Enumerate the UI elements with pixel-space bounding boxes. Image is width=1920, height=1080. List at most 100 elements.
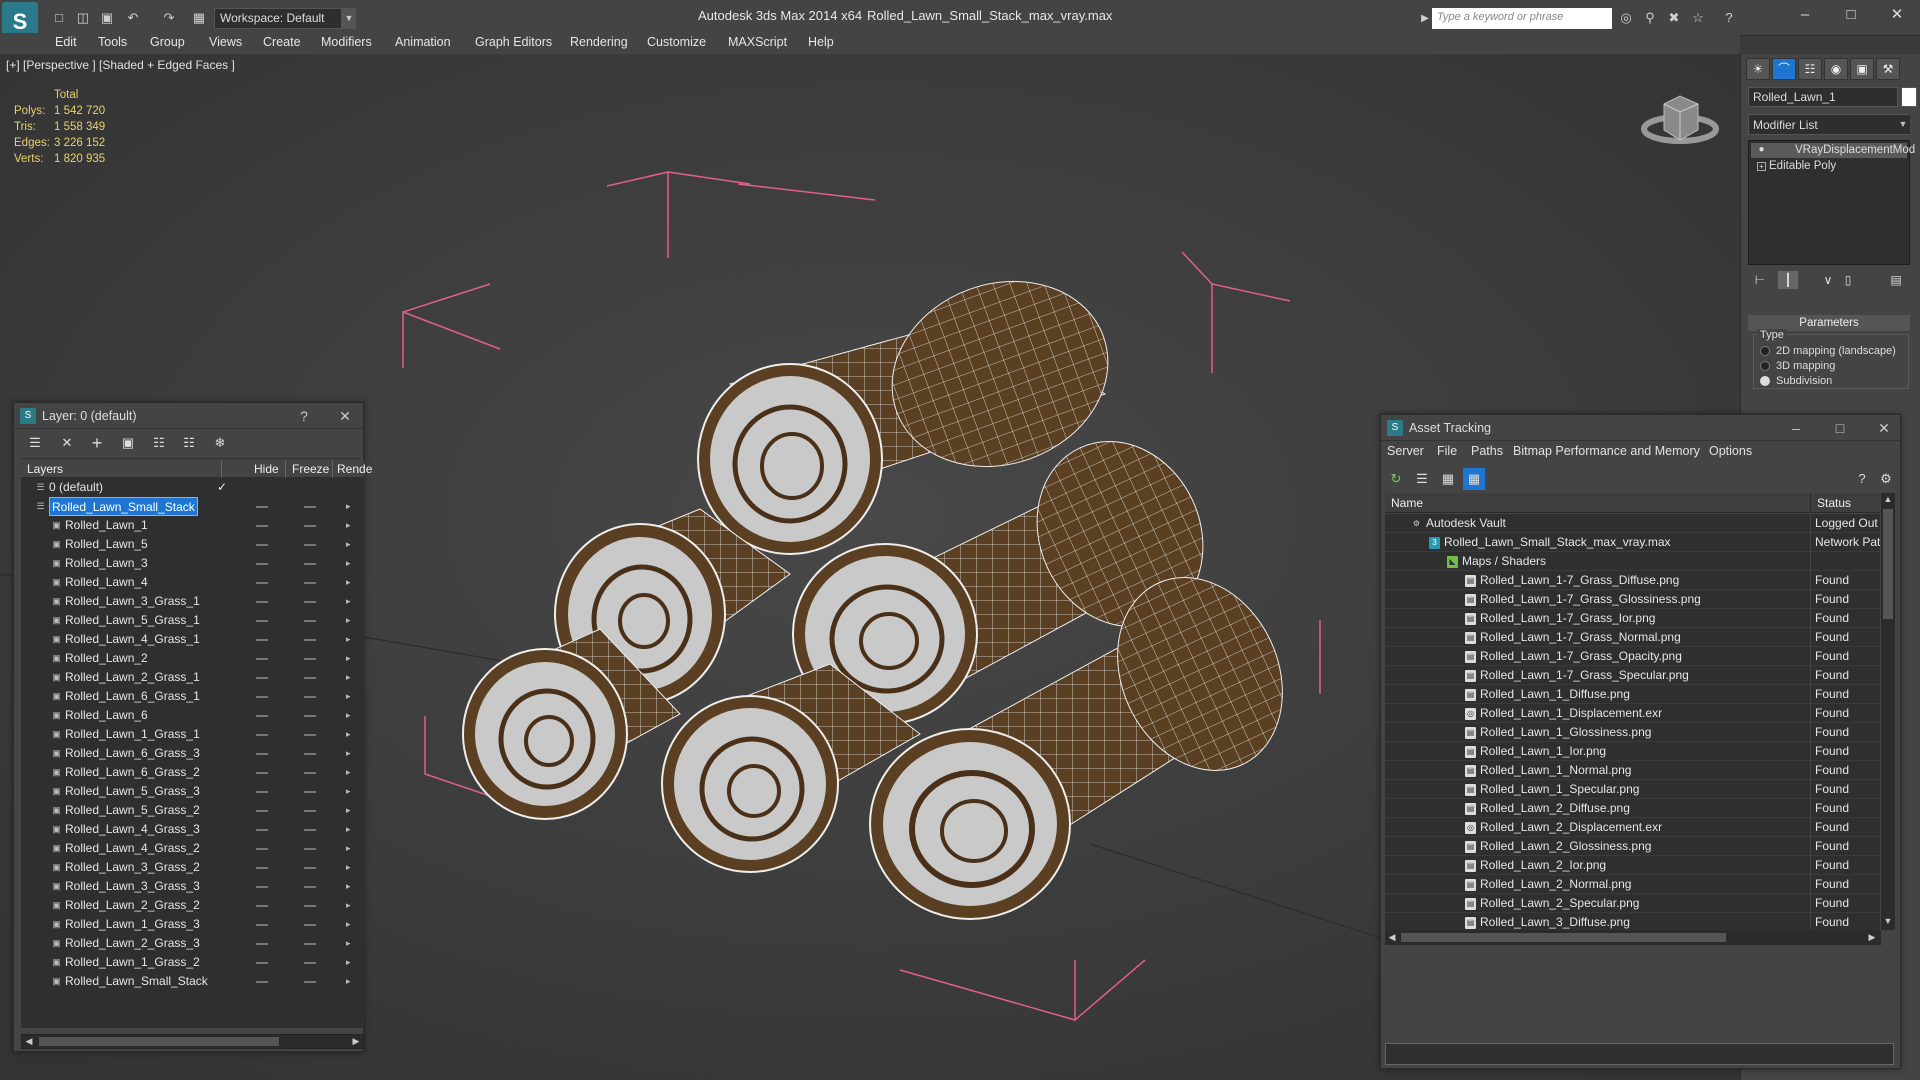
menu-bitmap-performance[interactable]: Bitmap Performance and Memory — [1513, 444, 1700, 458]
layer-name[interactable]: Rolled_Lawn_6_Grass_3 — [65, 744, 200, 763]
asset-row[interactable]: ▤ Rolled_Lawn_1-7_Grass_Ior.png Found — [1385, 609, 1880, 628]
layer-name[interactable]: Rolled_Lawn_2 — [65, 649, 148, 668]
close-icon[interactable]: ✕ — [1882, 4, 1912, 26]
layer-name[interactable]: Rolled_Lawn_6 — [65, 706, 148, 725]
minimize-icon[interactable]: – — [1790, 4, 1820, 26]
layer-name[interactable]: Rolled_Lawn_5_Grass_2 — [65, 801, 200, 820]
asset-row[interactable]: ▤ Rolled_Lawn_1-7_Grass_Glossiness.png Fou… — [1385, 590, 1880, 609]
open-file-icon[interactable]: ◫ — [74, 9, 92, 27]
renderable-teapot-icon[interactable]: ▸ — [346, 882, 356, 891]
display-tab-icon[interactable]: ▣ — [1850, 58, 1874, 80]
layer-row[interactable]: ▣ Rolled_Lawn_5 ▸ — [21, 535, 350, 554]
asset-row[interactable]: ▤ Rolled_Lawn_2_Ior.png Found — [1385, 856, 1880, 875]
radio-2d-mapping[interactable]: 2D mapping (landscape) — [1760, 344, 1910, 358]
hide-toggle[interactable] — [256, 810, 268, 812]
renderable-teapot-icon[interactable]: ▸ — [346, 863, 356, 872]
hide-all-layers-icon[interactable]: ☷ — [178, 432, 200, 454]
menu-customize[interactable]: Customize — [647, 35, 706, 49]
hide-toggle[interactable] — [256, 772, 268, 774]
layer-row[interactable]: ▣ Rolled_Lawn_3_Grass_1 ▸ — [21, 592, 350, 611]
col-status[interactable]: Status — [1817, 496, 1851, 510]
asset-row[interactable]: ▤ Rolled_Lawn_1_Specular.png Found — [1385, 780, 1880, 799]
create-layer-icon[interactable]: ☰ — [24, 432, 46, 454]
menu-options[interactable]: Options — [1709, 444, 1752, 458]
freeze-toggle[interactable] — [304, 829, 316, 831]
layer-name[interactable]: Rolled_Lawn_1_Grass_2 — [65, 953, 200, 972]
menu-tools[interactable]: Tools — [98, 35, 127, 49]
make-unique-icon[interactable]: ∨ — [1818, 271, 1838, 289]
layer-row[interactable]: ▣ Rolled_Lawn_6_Grass_1 ▸ — [21, 687, 350, 706]
hide-toggle[interactable] — [256, 506, 268, 508]
maximize-icon[interactable]: □ — [1836, 4, 1866, 26]
add-to-layer-icon[interactable]: + — [86, 432, 108, 454]
renderable-teapot-icon[interactable]: ▸ — [346, 901, 356, 910]
radio-button[interactable] — [1760, 346, 1770, 356]
layer-row[interactable]: ▣ Rolled_Lawn_3_Grass_3 ▸ — [21, 877, 350, 896]
layer-row[interactable]: ▣ Rolled_Lawn_1_Grass_1 ▸ — [21, 725, 350, 744]
freeze-toggle[interactable] — [304, 772, 316, 774]
workspace-select[interactable]: Workspace: Default — [214, 8, 342, 29]
asset-row[interactable]: ◎ Rolled_Lawn_1_Displacement.exr Found — [1385, 704, 1880, 723]
pin-stack-icon[interactable]: ⊢ — [1750, 271, 1770, 289]
layer-row[interactable]: ☰ Rolled_Lawn_Small_Stack ▸ — [21, 497, 351, 516]
renderable-teapot-icon[interactable]: ▸ — [346, 654, 356, 663]
renderable-teapot-icon[interactable]: ▸ — [346, 958, 356, 967]
freeze-toggle[interactable] — [304, 810, 316, 812]
active-layer-check-icon[interactable]: ✓ — [217, 480, 227, 494]
layer-name[interactable]: Rolled_Lawn_4_Grass_2 — [65, 839, 200, 858]
renderable-teapot-icon[interactable]: ▸ — [346, 806, 356, 815]
menu-graph-editors[interactable]: Graph Editors — [475, 35, 552, 49]
freeze-toggle[interactable] — [304, 677, 316, 679]
redo-icon[interactable]: ↷ — [160, 9, 178, 27]
radio-button[interactable] — [1760, 361, 1770, 371]
layer-row[interactable]: ▣ Rolled_Lawn_6_Grass_2 ▸ — [21, 763, 350, 782]
layer-name[interactable]: Rolled_Lawn_6_Grass_2 — [65, 763, 200, 782]
asset-row[interactable]: ▤ Rolled_Lawn_1_Normal.png Found — [1385, 761, 1880, 780]
configure-sets-icon[interactable]: ▤ — [1886, 271, 1906, 289]
asset-row[interactable]: ⚙ Autodesk Vault Logged Out — [1385, 514, 1880, 533]
layer-row[interactable]: ▣ Rolled_Lawn_3 ▸ — [21, 554, 350, 573]
new-file-icon[interactable]: □ — [50, 9, 68, 27]
expand-plus-icon[interactable]: + — [1757, 162, 1766, 171]
key-icon[interactable]: ⚲ — [1641, 9, 1659, 27]
project-folder-icon[interactable]: ▦ — [190, 9, 208, 27]
layer-name[interactable]: Rolled_Lawn_1_Grass_1 — [65, 725, 200, 744]
communication-icon[interactable]: ✖ — [1665, 9, 1683, 27]
col-layers[interactable]: Layers — [27, 462, 63, 476]
hide-toggle[interactable] — [256, 943, 268, 945]
freeze-toggle[interactable] — [304, 525, 316, 527]
renderable-teapot-icon[interactable]: ▸ — [346, 521, 356, 530]
renderable-teapot-icon[interactable]: ▸ — [346, 578, 356, 587]
show-end-result-icon[interactable]: ┃ — [1778, 271, 1798, 289]
scrollbar-thumb[interactable] — [1401, 933, 1726, 942]
menu-modifiers[interactable]: Modifiers — [321, 35, 372, 49]
layer-name[interactable]: Rolled_Lawn_3_Grass_1 — [65, 592, 200, 611]
renderable-teapot-icon[interactable]: ▸ — [346, 787, 356, 796]
binoculars-icon[interactable]: ◎ — [1617, 9, 1635, 27]
layer-name[interactable]: 0 (default) — [49, 478, 103, 497]
renderable-teapot-icon[interactable]: ▸ — [346, 692, 356, 701]
renderable-teapot-icon[interactable]: ▸ — [346, 825, 356, 834]
menu-create[interactable]: Create — [263, 35, 301, 49]
close-icon[interactable]: ✕ — [1873, 418, 1895, 438]
object-name-field[interactable]: Rolled_Lawn_1 — [1748, 87, 1898, 107]
hide-toggle[interactable] — [256, 753, 268, 755]
layer-name[interactable]: Rolled_Lawn_3 — [65, 554, 148, 573]
asset-row[interactable]: ▤ Rolled_Lawn_1-7_Grass_Opacity.png Found — [1385, 647, 1880, 666]
layer-name[interactable]: Rolled_Lawn_2_Grass_3 — [65, 934, 200, 953]
horizontal-scrollbar[interactable]: ◀ ▶ — [1385, 930, 1881, 945]
maximize-icon[interactable]: □ — [1829, 418, 1851, 438]
freeze-toggle[interactable] — [304, 848, 316, 850]
freeze-toggle[interactable] — [304, 905, 316, 907]
layer-row[interactable]: ▣ Rolled_Lawn_5_Grass_3 ▸ — [21, 782, 350, 801]
layer-list[interactable]: ☰ 0 (default) ✓ ☰ Rolled_Lawn_Small_Stack ▸ ▣ R… — [21, 478, 364, 1028]
layer-row[interactable]: ▣ Rolled_Lawn_4_Grass_3 ▸ — [21, 820, 350, 839]
remove-modifier-icon[interactable]: ▯ — [1838, 271, 1858, 289]
scroll-up-icon[interactable]: ▲ — [1881, 493, 1895, 506]
hide-toggle[interactable] — [256, 829, 268, 831]
hide-toggle[interactable] — [256, 563, 268, 565]
delete-layer-icon[interactable]: ✕ — [56, 432, 78, 454]
hide-toggle[interactable] — [256, 582, 268, 584]
hide-toggle[interactable] — [256, 867, 268, 869]
renderable-teapot-icon[interactable]: ▸ — [346, 844, 356, 853]
